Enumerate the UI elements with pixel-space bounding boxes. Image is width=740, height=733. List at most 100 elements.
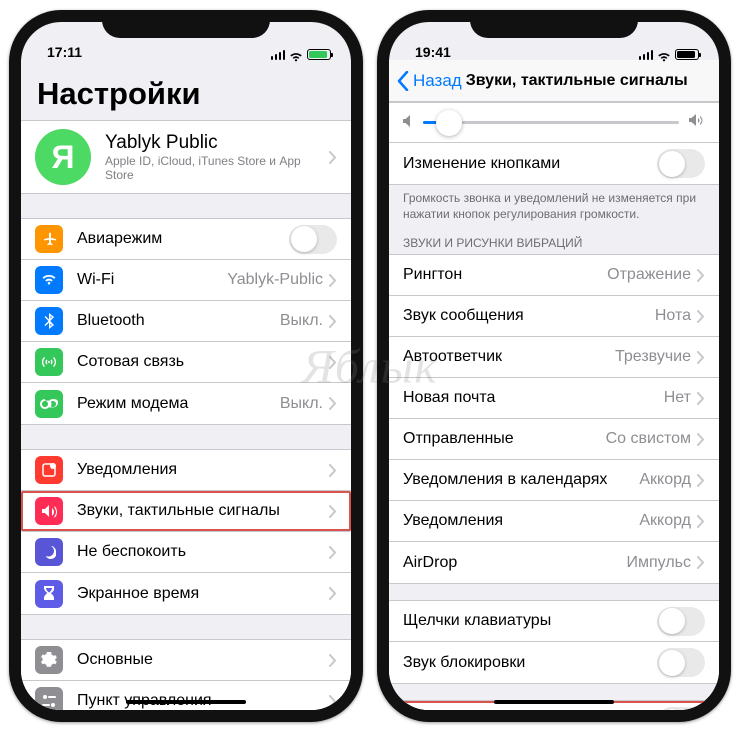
row-label: Wi-Fi (77, 271, 227, 289)
row-label: Авиарежим (77, 230, 289, 248)
newmail-row[interactable]: Новая почтаНет (389, 378, 719, 419)
volume-high-icon (689, 113, 705, 132)
chevron-right-icon (329, 464, 337, 477)
calendar-alert-row[interactable]: Уведомления в календаряхАккорд (389, 460, 719, 501)
sentmail-row[interactable]: ОтправленныеСо свистом (389, 419, 719, 460)
chevron-right-icon (697, 310, 705, 323)
row-label: Сотовая связь (77, 353, 329, 371)
locksound-toggle[interactable] (657, 648, 705, 677)
row-value: Выкл. (280, 395, 323, 413)
chevron-right-icon (697, 515, 705, 528)
row-label: Рингтон (403, 266, 607, 284)
screentime-row[interactable]: Экранное время (21, 573, 351, 614)
ringer-volume-slider[interactable] (389, 102, 719, 142)
row-value: Отражение (607, 266, 691, 284)
row-value: Нота (655, 307, 691, 325)
bluetooth-row[interactable]: Bluetooth Выкл. (21, 301, 351, 342)
page-title: Настройки (21, 60, 351, 120)
row-label: Основные (77, 651, 329, 669)
phone-left: 17:11 Настройки Я Yablyk Public Apple ID… (9, 10, 363, 722)
bluetooth-icon (35, 307, 63, 335)
battery-icon (307, 49, 331, 60)
hourglass-icon (35, 580, 63, 608)
row-value: Аккорд (639, 471, 691, 489)
voicemail-row[interactable]: АвтоответчикТрезвучие (389, 337, 719, 378)
cellular-row[interactable]: Сотовая связь (21, 342, 351, 383)
ringtone-row[interactable]: РингтонОтражение (389, 255, 719, 296)
chevron-right-icon (329, 505, 337, 518)
buttons-toggle[interactable] (657, 149, 705, 178)
sounds-haptics-row[interactable]: Звуки, тактильные сигналы (21, 491, 351, 532)
airplane-icon (35, 225, 63, 253)
row-label: Bluetooth (77, 312, 280, 330)
row-label: Режим модема (77, 395, 280, 413)
nav-title: Звуки, тактильные сигналы (462, 72, 711, 90)
volume-low-icon (403, 114, 413, 132)
row-value: Аккорд (639, 512, 691, 530)
cellular-icon (35, 348, 63, 376)
switches-icon (35, 687, 63, 710)
chevron-right-icon (697, 351, 705, 364)
dnd-row[interactable]: Не беспокоить (21, 532, 351, 573)
sounds-icon (35, 497, 63, 525)
wifi-row[interactable]: Wi-Fi Yablyk-Public (21, 260, 351, 301)
moon-icon (35, 538, 63, 566)
airplane-mode-row[interactable]: Авиарежим (21, 219, 351, 260)
keyclicks-toggle[interactable] (657, 607, 705, 636)
hotspot-icon (35, 390, 63, 418)
notifications-row[interactable]: Уведомления (21, 450, 351, 491)
slider-thumb[interactable] (436, 110, 462, 136)
nav-bar: Назад Звуки, тактильные сигналы (389, 60, 719, 102)
chevron-right-icon (329, 695, 337, 708)
row-value: Yablyk-Public (227, 271, 323, 289)
section-header: ЗВУКИ И РИСУНКИ ВИБРАЦИЙ (389, 230, 719, 254)
lock-sound-row[interactable]: Звук блокировки (389, 642, 719, 683)
status-time: 17:11 (47, 44, 107, 60)
back-label: Назад (413, 71, 462, 91)
ringer-footnote: Громкость звонка и уведомлений не изменя… (389, 185, 719, 230)
row-label: Уведомления в календарях (403, 471, 639, 489)
texttone-row[interactable]: Звук сообщенияНота (389, 296, 719, 337)
reminder-alert-row[interactable]: УведомленияАккорд (389, 501, 719, 542)
chevron-right-icon (329, 397, 337, 410)
row-label: Звук блокировки (403, 654, 657, 672)
general-row[interactable]: Основные (21, 640, 351, 681)
row-value: Со свистом (606, 430, 691, 448)
wifi-icon (289, 50, 303, 60)
row-value: Нет (664, 389, 691, 407)
chevron-right-icon (697, 474, 705, 487)
chevron-right-icon (329, 654, 337, 667)
status-bar: 19:41 (389, 22, 719, 60)
row-value: Трезвучие (615, 348, 691, 366)
chevron-right-icon (329, 315, 337, 328)
chevron-right-icon (329, 274, 337, 287)
home-indicator (126, 700, 246, 704)
keyboard-clicks-row[interactable]: Щелчки клавиатуры (389, 601, 719, 642)
apple-id-row[interactable]: Я Yablyk Public Apple ID, iCloud, iTunes… (21, 121, 351, 193)
back-button[interactable]: Назад (397, 71, 462, 91)
status-bar: 17:11 (21, 22, 351, 60)
slider-track[interactable] (423, 121, 679, 124)
row-value: Импульс (627, 554, 691, 572)
row-label: Отправленные (403, 430, 606, 448)
row-value: Выкл. (280, 312, 323, 330)
row-label: Изменение кнопками (403, 155, 657, 173)
chevron-right-icon (697, 433, 705, 446)
airdrop-row[interactable]: AirDropИмпульс (389, 542, 719, 583)
avatar: Я (35, 129, 91, 185)
row-label: Экранное время (77, 585, 329, 603)
battery-icon (675, 49, 699, 60)
row-label: Звуки, тактильные сигналы (77, 502, 329, 520)
row-label: Новая почта (403, 389, 664, 407)
profile-name: Yablyk Public (105, 132, 329, 154)
change-with-buttons-row[interactable]: Изменение кнопками (389, 143, 719, 184)
airplane-toggle[interactable] (289, 225, 337, 254)
haptics-toggle[interactable] (657, 707, 705, 710)
chevron-right-icon (697, 392, 705, 405)
row-label: Уведомления (403, 512, 639, 530)
notifications-icon (35, 456, 63, 484)
control-center-row[interactable]: Пункт управления (21, 681, 351, 710)
home-indicator (494, 700, 614, 704)
hotspot-row[interactable]: Режим модема Выкл. (21, 383, 351, 424)
row-label: Автоответчик (403, 348, 615, 366)
